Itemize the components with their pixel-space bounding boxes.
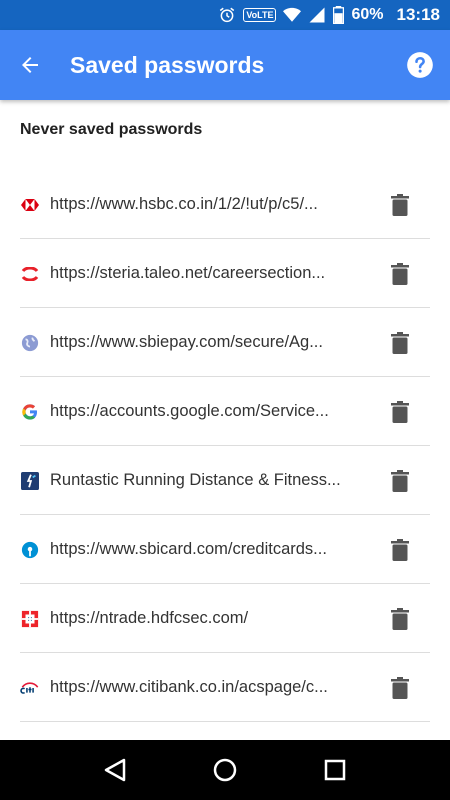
list-item-text: https://www.hsbc.co.in/1/2/!ut/p/c5/... — [50, 195, 318, 213]
hdfc-favicon-icon — [20, 609, 40, 629]
trash-icon — [391, 400, 409, 423]
delete-button[interactable] — [380, 599, 420, 639]
trash-icon — [391, 331, 409, 354]
battery-icon — [333, 6, 345, 24]
wifi-icon — [283, 7, 302, 23]
list-item[interactable]: https://www.sbicard.com/creditcards... — [0, 515, 450, 584]
help-button[interactable] — [390, 30, 450, 100]
back-arrow-icon — [22, 57, 38, 73]
page-title: Saved passwords — [70, 51, 265, 78]
list-item-text: https://ntrade.hdfcsec.com/ — [50, 609, 249, 627]
sbicard-favicon-icon — [20, 540, 40, 560]
trash-icon — [391, 538, 409, 561]
trash-icon — [391, 262, 409, 285]
list-item[interactable]: https://www.sbiepay.com/secure/Ag... — [0, 308, 450, 377]
delete-button[interactable] — [380, 530, 420, 570]
list-item[interactable]: https://www.hsbc.co.in/1/2/!ut/p/c5/... — [0, 170, 450, 239]
list-item-text: https://www.sbicard.com/creditcards... — [50, 540, 327, 558]
list-item-text: https://www.sbiepay.com/secure/Ag... — [50, 333, 323, 351]
trash-icon — [391, 193, 409, 216]
app-bar: Saved passwords — [0, 30, 450, 100]
nav-home-button[interactable] — [200, 745, 250, 795]
delete-button[interactable] — [380, 461, 420, 501]
battery-percent: 60% — [351, 6, 384, 23]
hsbc-favicon-icon — [20, 195, 40, 215]
signal-icon — [308, 6, 326, 24]
delete-button[interactable] — [380, 668, 420, 708]
list-item[interactable]: https://www.citibank.co.in/acspage/c... — [0, 653, 450, 722]
list-item[interactable]: https://steria.taleo.net/careersection..… — [0, 239, 450, 308]
system-nav-bar — [0, 740, 450, 800]
square-recents-icon — [324, 759, 346, 781]
clock-time: 13:18 — [396, 5, 440, 24]
list-item[interactable]: https://ntrade.hdfcsec.com/ — [0, 584, 450, 653]
citi-favicon-icon — [20, 678, 40, 698]
section-header: Never saved passwords — [20, 121, 203, 138]
delete-button[interactable] — [380, 392, 420, 432]
google-favicon-icon — [20, 402, 40, 422]
delete-button[interactable] — [380, 185, 420, 225]
list-item-text: https://www.citibank.co.in/acspage/c... — [50, 678, 328, 696]
list-item-text: https://steria.taleo.net/careersection..… — [50, 264, 326, 282]
status-bar: VoLTE 60% 13:18 — [0, 0, 450, 30]
list-item[interactable]: Runtastic Running Distance & Fitness... — [0, 446, 450, 515]
delete-button[interactable] — [380, 323, 420, 363]
back-button[interactable] — [0, 30, 60, 100]
nav-recents-button[interactable] — [310, 745, 360, 795]
circle-home-icon — [213, 758, 237, 782]
alarm-icon — [218, 6, 236, 24]
delete-button[interactable] — [380, 254, 420, 294]
steria-favicon-icon — [20, 264, 40, 284]
list-item-text: Runtastic Running Distance & Fitness... — [50, 471, 341, 489]
volte-icon: VoLTE — [243, 8, 277, 22]
list-item-text: https://accounts.google.com/Service... — [50, 402, 329, 420]
triangle-back-icon — [104, 758, 126, 782]
trash-icon — [391, 607, 409, 630]
trash-icon — [391, 676, 409, 699]
trash-icon — [391, 469, 409, 492]
globe-icon — [20, 333, 40, 353]
list-item[interactable]: https://accounts.google.com/Service... — [0, 377, 450, 446]
nav-back-button[interactable] — [90, 745, 140, 795]
runtastic-icon — [20, 471, 40, 491]
never-saved-list: https://www.hsbc.co.in/1/2/!ut/p/c5/... … — [0, 170, 450, 722]
help-icon — [407, 52, 433, 78]
